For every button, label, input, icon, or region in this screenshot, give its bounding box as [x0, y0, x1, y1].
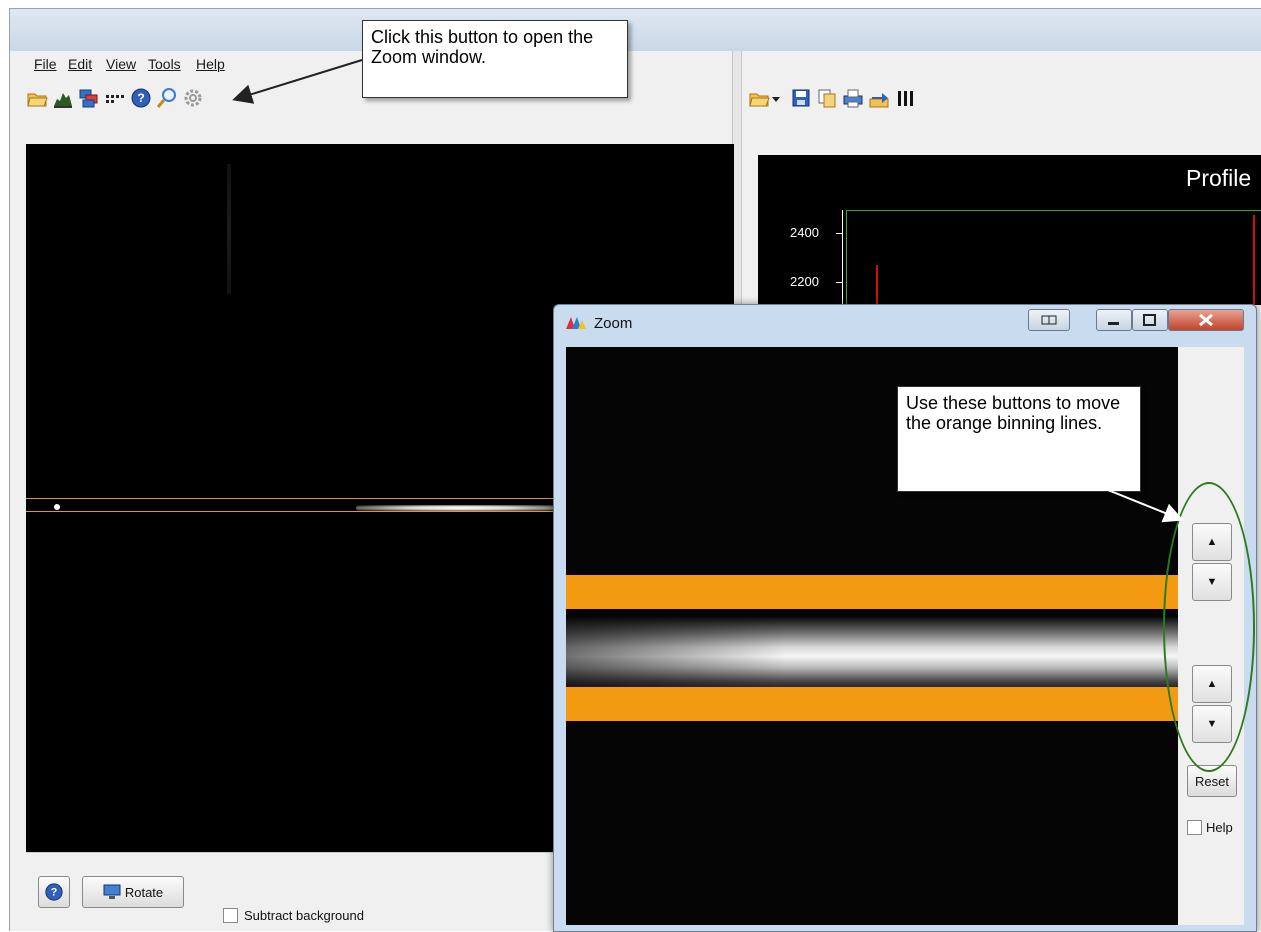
plot-y-axis — [842, 210, 843, 305]
binning-buttons-callout: Use these buttons to move the orange bin… — [897, 386, 1141, 492]
annotation-ellipse — [1163, 482, 1255, 772]
bright-spot — [54, 504, 60, 510]
image-artifact — [227, 164, 231, 294]
rotate-button[interactable]: Rotate — [82, 876, 184, 908]
open-folder-icon[interactable] — [26, 87, 48, 109]
minimize-icon — [1108, 322, 1119, 325]
svg-text:?: ? — [51, 887, 58, 899]
menu-bar-right — [740, 51, 1261, 75]
menu-tools[interactable]: Tools — [148, 56, 181, 72]
window-snap-button[interactable] — [1028, 309, 1070, 331]
columns-icon[interactable] — [894, 87, 916, 109]
binning-band-top[interactable] — [566, 575, 1178, 609]
subtract-background-checkbox[interactable] — [223, 908, 238, 923]
plot-bound-line — [846, 210, 847, 305]
plot-bound-line — [846, 210, 1261, 211]
menu-file[interactable]: File — [34, 56, 57, 72]
zoom-magnifier-icon[interactable] — [156, 87, 178, 109]
zoom-window-title: Zoom — [594, 315, 633, 332]
toolbar-right — [740, 77, 1261, 127]
y-tick-label: 2200 — [790, 274, 819, 289]
subtract-background-label: Subtract background — [244, 908, 364, 923]
profile-series-spike — [876, 265, 878, 305]
binning-icon[interactable] — [104, 87, 126, 109]
menu-view[interactable]: View — [106, 56, 136, 72]
rotate-label: Rotate — [124, 884, 164, 900]
minimize-button[interactable] — [1096, 309, 1132, 331]
profile-series-line — [1253, 215, 1255, 305]
trace-fade — [566, 617, 786, 693]
zoom-button-callout: Click this button to open the Zoom windo… — [362, 20, 628, 98]
help-icon[interactable]: ? — [130, 87, 152, 109]
binning-band-bottom[interactable] — [566, 687, 1178, 721]
binning-line-top[interactable] — [26, 498, 556, 499]
help-checkbox-label: Help — [1206, 820, 1233, 835]
close-icon — [1199, 313, 1213, 327]
close-button[interactable] — [1168, 309, 1244, 331]
plot-title: Profile — [1186, 165, 1252, 191]
help-icon: ? — [45, 883, 63, 901]
help-button[interactable]: ? — [38, 876, 70, 908]
maximize-button[interactable] — [1132, 309, 1168, 331]
snap-icon — [1041, 315, 1057, 325]
windows-icon[interactable] — [78, 87, 100, 109]
spectrum-app-icon — [566, 317, 586, 329]
maximize-icon — [1143, 314, 1156, 326]
y-tick-label: 2400 — [790, 225, 819, 240]
export-icon[interactable] — [868, 87, 890, 109]
settings-gear-icon[interactable] — [182, 87, 204, 109]
menu-help[interactable]: Help — [196, 56, 225, 72]
dropdown-arrow-icon[interactable] — [770, 87, 782, 109]
histogram-icon[interactable] — [52, 87, 74, 109]
spectrum-trace — [356, 505, 566, 511]
y-tick-mark — [836, 282, 842, 283]
window-titlebar — [10, 9, 1261, 51]
help-checkbox[interactable] — [1187, 820, 1202, 835]
monitor-icon — [103, 884, 121, 899]
profile-plot[interactable]: Profile 2400 2200 — [758, 155, 1261, 305]
y-tick-mark — [836, 233, 842, 234]
svg-text:?: ? — [137, 91, 144, 105]
menu-edit[interactable]: Edit — [68, 56, 92, 72]
save-icon[interactable] — [790, 87, 812, 109]
binning-line-bottom[interactable] — [26, 511, 556, 512]
open-folder-icon[interactable] — [748, 87, 770, 109]
copy-icon[interactable] — [816, 87, 838, 109]
print-icon[interactable] — [842, 87, 864, 109]
